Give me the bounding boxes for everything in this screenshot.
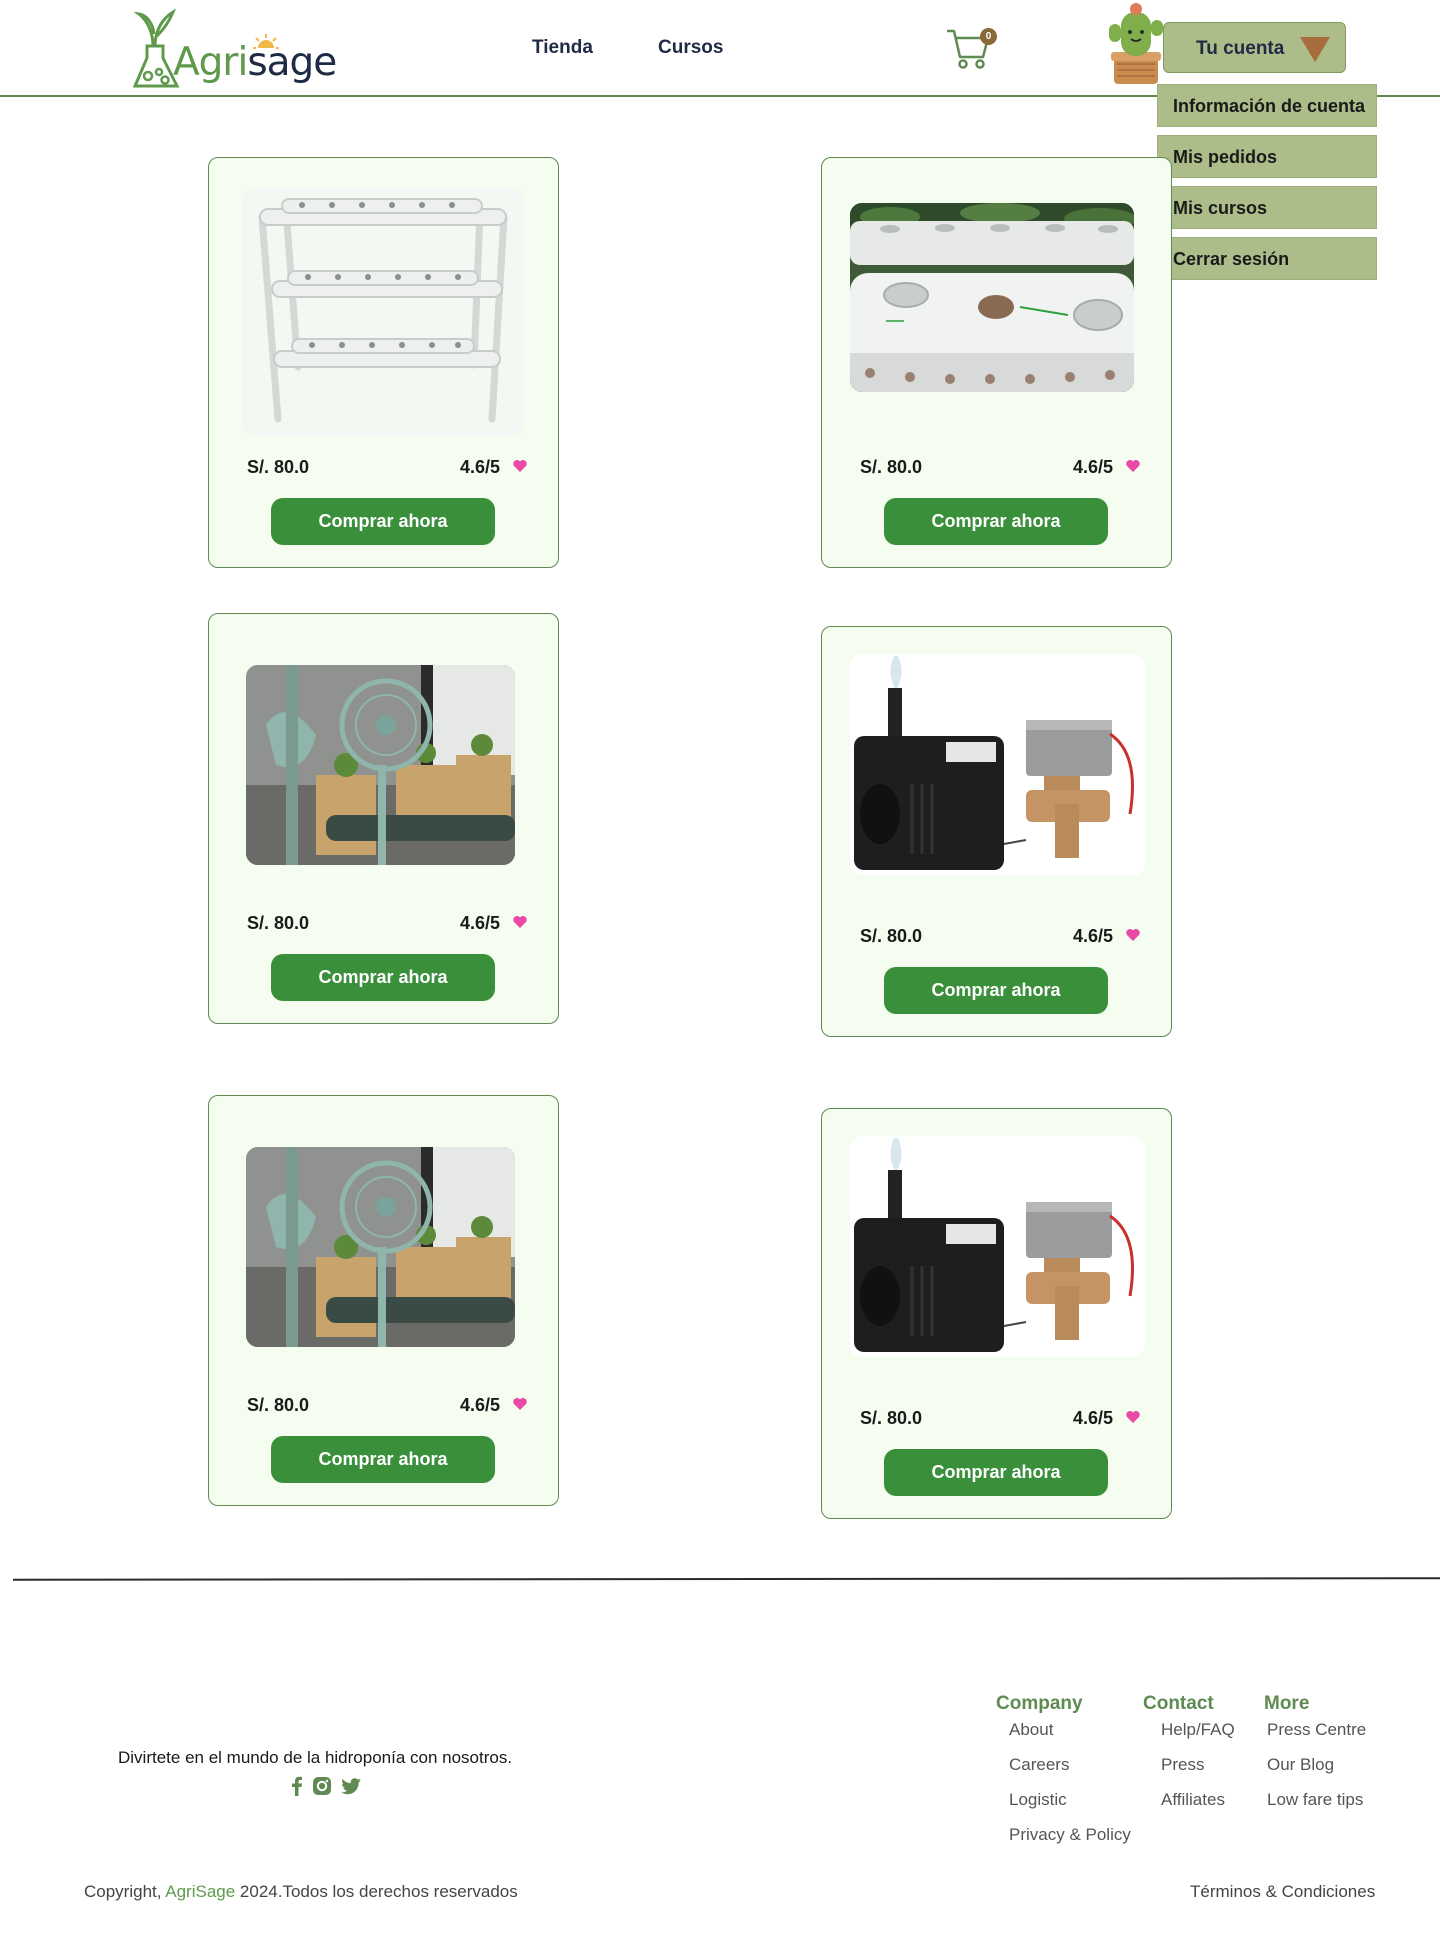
product-rating: 4.6/5 — [460, 457, 501, 477]
footer-divider — [12, 1577, 1440, 1581]
caret-down-icon — [1300, 37, 1330, 62]
footer-link-press[interactable]: Press — [1161, 1755, 1204, 1775]
menu-item-account-info[interactable]: Información de cuenta — [1157, 84, 1377, 127]
footer-link-careers[interactable]: Careers — [1009, 1755, 1069, 1775]
footer-tagline: Divirtete en el mundo de la hidroponía c… — [118, 1748, 513, 1767]
product-image[interactable] — [246, 1147, 515, 1347]
copyright-prefix: Copyright, — [84, 1882, 166, 1901]
cart-count-badge: 0 — [980, 28, 997, 45]
heart-icon — [513, 916, 527, 928]
nav-tienda[interactable]: Tienda — [532, 37, 593, 59]
buy-now-button[interactable]: Comprar ahora — [271, 1436, 495, 1483]
product-price: S/. 80.0 — [860, 926, 923, 946]
product-price: S/. 80.0 — [860, 1408, 923, 1428]
heart-icon — [1126, 929, 1140, 941]
footer-link-about[interactable]: About — [1009, 1720, 1053, 1740]
copyright-suffix: 2024.Todos los derechos reservados — [235, 1882, 518, 1901]
buy-now-button[interactable]: Comprar ahora — [271, 498, 495, 545]
menu-item-my-courses[interactable]: Mis cursos — [1157, 186, 1377, 229]
product-image[interactable] — [246, 665, 515, 865]
product-price: S/. 80.0 — [247, 913, 310, 933]
terms-link[interactable]: Términos & Condiciones — [1190, 1882, 1375, 1902]
agrisage-logo[interactable]: Agrisage — [132, 6, 337, 94]
product-rating: 4.6/5 — [460, 913, 501, 933]
product-image[interactable] — [242, 187, 523, 437]
product-rating: 4.6/5 — [460, 1395, 501, 1415]
footer-link-logistic[interactable]: Logistic — [1009, 1790, 1067, 1810]
product-rating: 4.6/5 — [1073, 926, 1114, 946]
heart-icon — [513, 460, 527, 472]
menu-item-my-orders[interactable]: Mis pedidos — [1157, 135, 1377, 178]
footer-link-press-centre[interactable]: Press Centre — [1267, 1720, 1366, 1740]
nft-shelf-icon — [258, 198, 508, 423]
footer-link-help-faq[interactable]: Help/FAQ — [1161, 1720, 1235, 1740]
facebook-icon[interactable] — [286, 1775, 308, 1797]
product-card: S/. 80.0 4.6/5 Comprar ahora — [208, 613, 559, 1024]
pump-valve-icon — [854, 656, 1134, 870]
buy-now-button[interactable]: Comprar ahora — [884, 967, 1108, 1014]
footer-link-privacy-policy[interactable]: Privacy & Policy — [1009, 1825, 1131, 1845]
product-card: S/. 80.0 4.6/5 Comprar ahora — [821, 157, 1172, 568]
buy-now-button[interactable]: Comprar ahora — [271, 954, 495, 1001]
account-dropdown-button[interactable]: Tu cuenta — [1163, 22, 1346, 73]
menu-item-logout[interactable]: Cerrar sesión — [1157, 237, 1377, 280]
cart-button[interactable]: 0 — [945, 25, 1001, 75]
footer-title-more: More — [1264, 1693, 1310, 1714]
footer-title-company: Company — [996, 1693, 1083, 1714]
product-image[interactable] — [850, 203, 1134, 392]
footer-title-contact: Contact — [1143, 1693, 1214, 1714]
greenhouse-fan-icon — [246, 665, 515, 865]
heart-icon — [1126, 460, 1140, 472]
buy-now-button[interactable]: Comprar ahora — [884, 498, 1108, 545]
pump-valve-icon — [854, 1138, 1134, 1352]
heart-icon — [1126, 1411, 1140, 1423]
heart-icon — [513, 1398, 527, 1410]
product-image[interactable] — [850, 1136, 1145, 1357]
logo-wordmark: Agrisage — [173, 40, 337, 85]
nav-cursos[interactable]: Cursos — [658, 37, 723, 59]
copyright-brand: AgriSage — [165, 1882, 236, 1901]
greenhouse-fan-icon — [246, 1147, 515, 1347]
footer-link-affiliates[interactable]: Affiliates — [1161, 1790, 1225, 1810]
pvc-pipe-icon — [850, 203, 1134, 392]
product-price: S/. 80.0 — [860, 457, 923, 477]
product-card: S/. 80.0 4.6/5 Comprar ahora — [208, 1095, 559, 1506]
logo-wordmark-sage: sage — [247, 40, 337, 85]
logo-wordmark-agri: Agri — [173, 40, 248, 85]
twitter-icon[interactable] — [340, 1775, 362, 1797]
footer-link-low-fare-tips[interactable]: Low fare tips — [1267, 1790, 1363, 1810]
instagram-icon[interactable] — [311, 1775, 333, 1797]
product-card: S/. 80.0 4.6/5 Comprar ahora — [821, 626, 1172, 1037]
product-card: S/. 80.0 4.6/5 Comprar ahora — [821, 1108, 1172, 1519]
account-menu: Información de cuenta Mis pedidos Mis cu… — [1157, 84, 1377, 288]
buy-now-button[interactable]: Comprar ahora — [884, 1449, 1108, 1496]
account-label: Tu cuenta — [1196, 38, 1285, 59]
product-rating: 4.6/5 — [1073, 1408, 1114, 1428]
product-price: S/. 80.0 — [247, 1395, 310, 1415]
product-rating: 4.6/5 — [1073, 457, 1114, 477]
product-price: S/. 80.0 — [247, 457, 310, 477]
cactus-avatar[interactable] — [1105, 0, 1167, 86]
product-image[interactable] — [850, 654, 1145, 875]
copyright-text: Copyright, AgriSage 2024.Todos los derec… — [84, 1882, 518, 1902]
product-card: S/. 80.0 4.6/5 Comprar ahora — [208, 157, 559, 568]
footer-link-our-blog[interactable]: Our Blog — [1267, 1755, 1334, 1775]
